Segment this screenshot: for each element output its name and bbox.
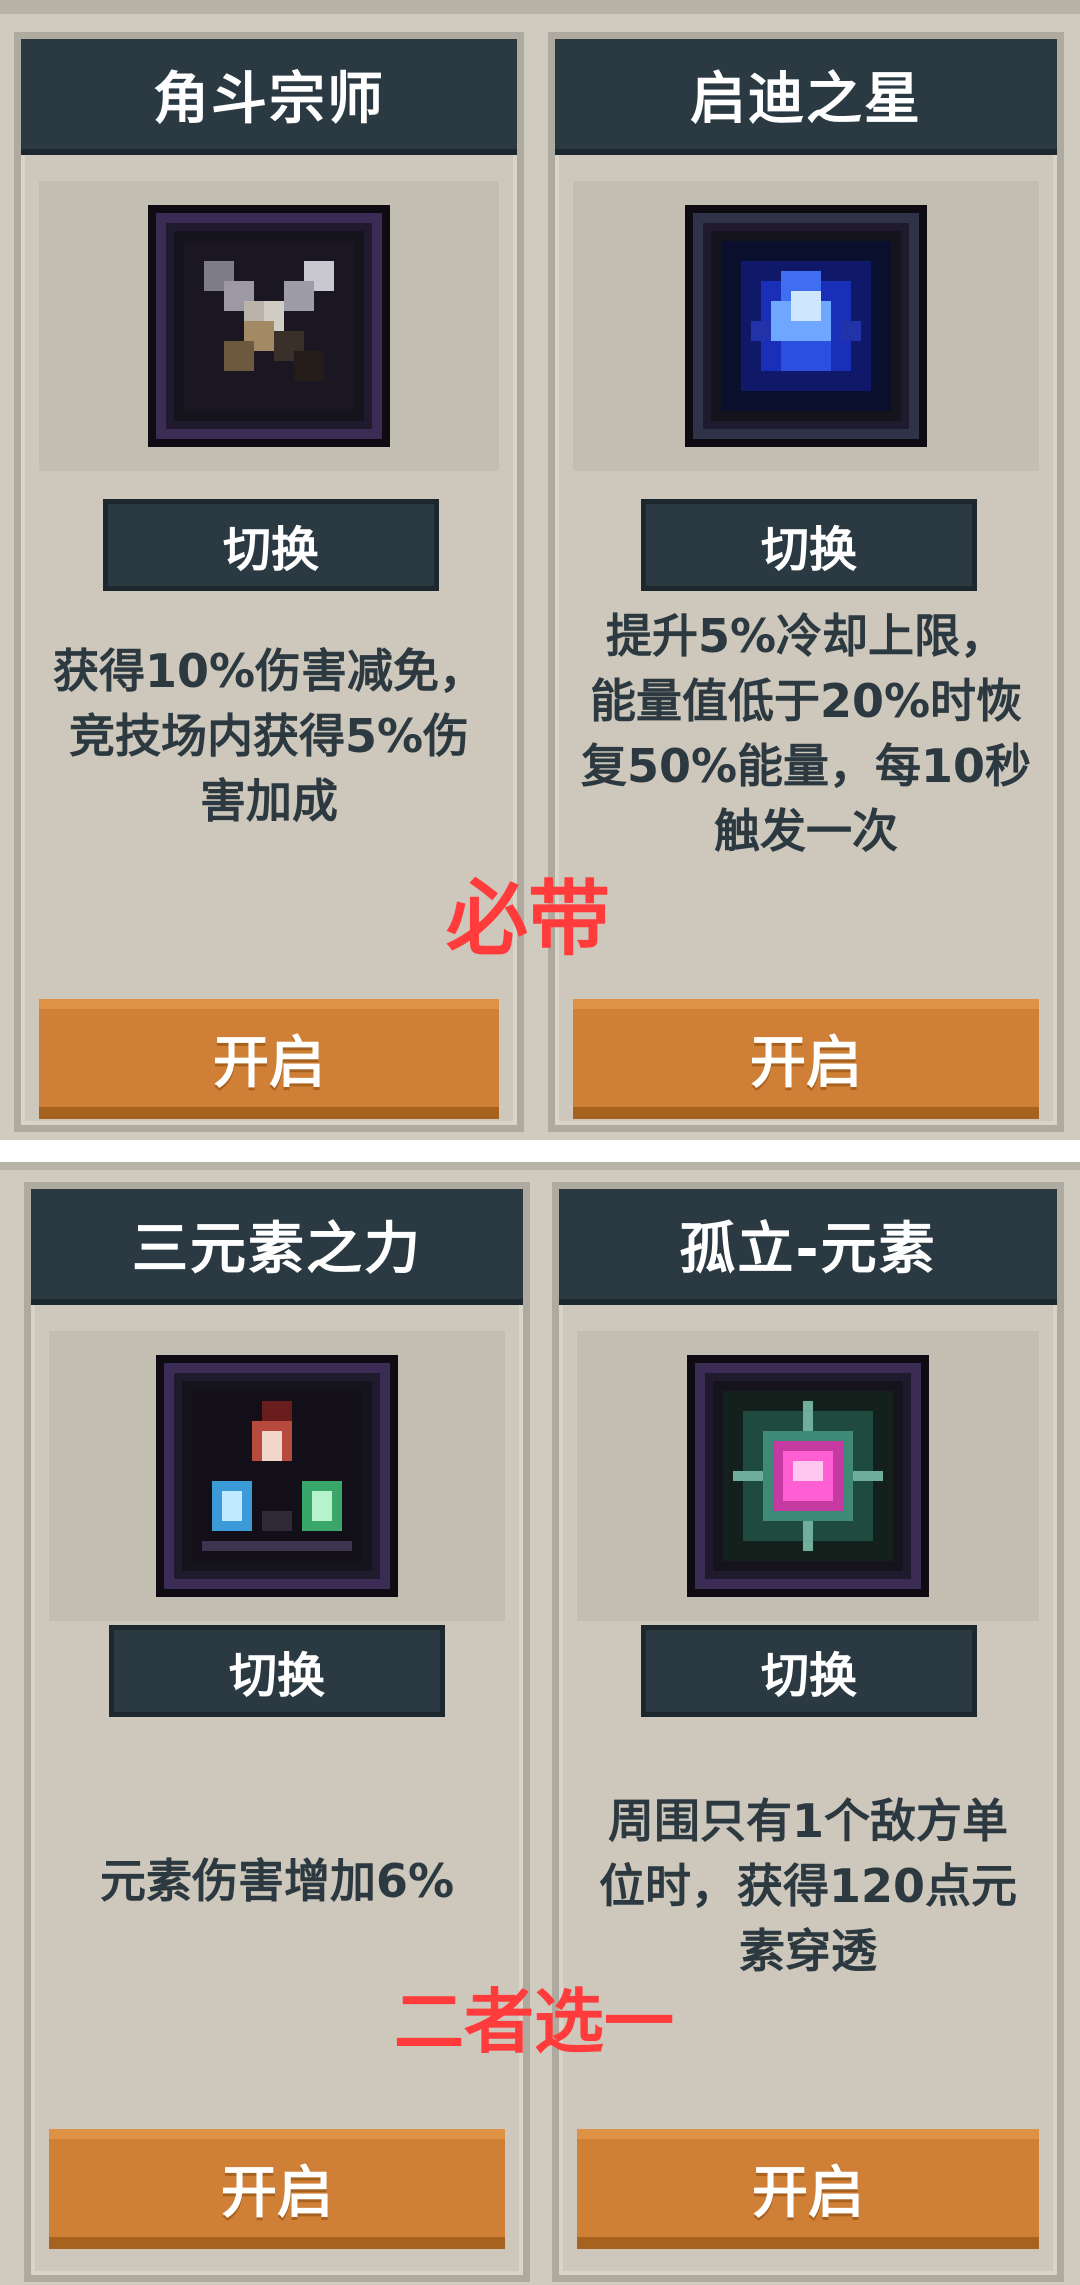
description-line: 周围只有1个敌方单 [607, 1794, 1008, 1848]
talent-card-three-elements: 三元素之力 切换 元素伤害增加6% 开启 [24, 1182, 530, 2282]
description-line: 害加成 [200, 774, 338, 828]
open-button[interactable]: 开启 [39, 999, 499, 1119]
switch-button[interactable]: 切换 [109, 1625, 445, 1717]
icon-well [573, 181, 1039, 471]
switch-button[interactable]: 切换 [641, 1625, 977, 1717]
description-line: 能量值低于20%时恢 [589, 674, 1023, 728]
card-title: 角斗宗师 [21, 39, 517, 155]
top-panel: 角斗宗师 切换 获得10%伤害减免， 竞技场内获得5%伤 害加成 开启 启迪之星… [0, 0, 1080, 1140]
switch-button[interactable]: 切换 [641, 499, 977, 591]
description-line: 元素伤害增加6% [99, 1854, 455, 1908]
description-line: 提升5%冷却上限， [605, 609, 1007, 663]
bottom-panel: 三元素之力 切换 元素伤害增加6% 开启 孤立-元素 切换 周围只有1个敌方单 … [0, 1162, 1080, 2285]
talent-description: 提升5%冷却上限， 能量值低于20%时恢 复50%能量，每10秒 触发一次 [569, 604, 1043, 864]
open-button[interactable]: 开启 [577, 2129, 1039, 2249]
description-line: 竞技场内获得5%伤 [68, 709, 470, 763]
blue-star-crystal-icon [693, 213, 919, 439]
icon-well [577, 1331, 1039, 1621]
card-title: 三元素之力 [31, 1189, 523, 1305]
annotation-choose-one: 二者选一 [394, 1981, 674, 2063]
card-title: 启迪之星 [555, 39, 1057, 155]
three-element-crystals-icon [164, 1363, 390, 1589]
talent-card-isolated-element: 孤立-元素 切换 周围只有1个敌方单 位时，获得120点元 素穿透 开启 [552, 1182, 1064, 2282]
description-line: 触发一次 [714, 804, 898, 858]
talent-card-enlightenment-star: 启迪之星 切换 提升5%冷却上限， 能量值低于20%时恢 复50%能量，每10秒… [548, 32, 1064, 1132]
description-line: 复50%能量，每10秒 [580, 739, 1032, 793]
card-title: 孤立-元素 [559, 1189, 1057, 1305]
isolated-element-gem-icon [695, 1363, 921, 1589]
talent-description: 获得10%伤害减免， 竞技场内获得5%伤 害加成 [35, 639, 503, 834]
icon-well [39, 181, 499, 471]
talent-description: 元素伤害增加6% [45, 1849, 509, 1914]
description-line: 获得10%伤害减免， [52, 644, 486, 698]
description-line: 位时，获得120点元 [598, 1859, 1018, 1913]
open-button[interactable]: 开启 [49, 2129, 505, 2249]
switch-button[interactable]: 切换 [103, 499, 439, 591]
annotation-must-bring: 必带 [446, 872, 611, 967]
crossed-swords-icon [156, 213, 382, 439]
icon-well [49, 1331, 505, 1621]
open-button[interactable]: 开启 [573, 999, 1039, 1119]
talent-description: 周围只有1个敌方单 位时，获得120点元 素穿透 [573, 1789, 1043, 1984]
